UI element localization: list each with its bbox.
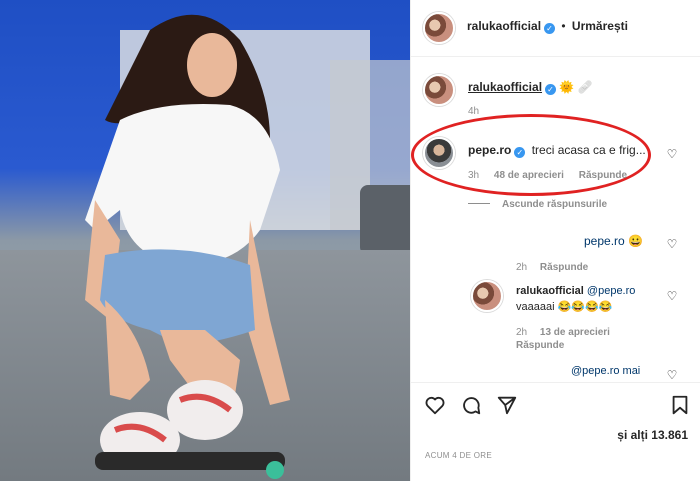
comment-like-heart-icon[interactable]: ♡ xyxy=(666,148,678,160)
verified-badge-icon: ✓ xyxy=(544,23,556,34)
actions-divider xyxy=(411,382,700,383)
reply2-text: vaaaaai 😂😂😂😂 xyxy=(516,301,613,313)
caption-text: 🌞 🩹 xyxy=(559,80,593,94)
post-photo[interactable] xyxy=(0,0,410,481)
reply-meta: 2h Răspunde xyxy=(516,262,588,273)
reply-text: pepe.ro 😀 xyxy=(584,234,643,248)
comment-reply-button[interactable]: Răspunde xyxy=(579,170,627,181)
header-divider xyxy=(411,56,700,57)
post-side-panel: ralukaofficial ✓ • Urmărești ralukaoffici… xyxy=(410,0,700,481)
caption-author[interactable]: ralukaofficial xyxy=(468,80,542,94)
like-button[interactable] xyxy=(423,393,447,417)
share-button[interactable] xyxy=(495,393,519,417)
reply-like-heart-icon[interactable]: ♡ xyxy=(666,238,678,250)
caption-line: ralukaofficial ✓ 🌞 🩹 xyxy=(468,80,593,95)
hide-replies-line xyxy=(468,203,490,204)
hide-replies-label[interactable]: Ascunde răspunsurile xyxy=(502,199,607,210)
caption-avatar[interactable] xyxy=(423,74,455,106)
reply2-mention[interactable]: @pepe.ro xyxy=(587,285,635,297)
reply2-meta: 2h 13 de aprecieri xyxy=(516,327,610,338)
comment-text: treci acasa ca e frig... xyxy=(531,143,646,157)
reply3-like-heart-icon[interactable]: ♡ xyxy=(666,369,678,381)
comment-likes[interactable]: 48 de aprecieri xyxy=(494,170,564,181)
reply2-like-heart-icon[interactable]: ♡ xyxy=(666,290,678,302)
comment-avatar[interactable] xyxy=(423,137,455,169)
post-header: ralukaofficial ✓ • Urmărești xyxy=(467,19,628,34)
comment-meta: 3h 48 de aprecieri Răspunde xyxy=(468,170,627,181)
comment-time: 3h xyxy=(468,170,480,181)
share-icon xyxy=(497,396,517,415)
reply-avatar[interactable] xyxy=(471,280,503,312)
post-timestamp: ACUM 4 DE ORE xyxy=(425,451,493,460)
bookmark-icon xyxy=(672,395,688,415)
reply-reply-button[interactable]: Răspunde xyxy=(540,262,588,273)
heart-icon xyxy=(425,396,445,415)
save-button[interactable] xyxy=(668,393,692,417)
author-username[interactable]: ralukaofficial xyxy=(467,19,541,33)
reply2-author[interactable]: ralukaofficial xyxy=(516,285,584,297)
caption-time: 4h xyxy=(468,106,480,117)
reply2-reply-button[interactable]: Răspunde xyxy=(516,340,564,351)
likes-count[interactable]: și alți 13.861 xyxy=(617,428,688,442)
reply-time: 2h xyxy=(516,262,528,273)
hide-replies-button[interactable]: Ascunde răspunsurile xyxy=(468,199,607,210)
comment-line: pepe.ro ✓ treci acasa ca e frig... xyxy=(468,143,646,158)
author-avatar[interactable] xyxy=(423,12,455,44)
comment-icon xyxy=(463,397,481,415)
reply2-line: ralukaofficial @pepe.ro xyxy=(516,285,635,297)
person-illustration xyxy=(85,14,290,479)
reply2-likes[interactable]: 13 de aprecieri xyxy=(540,327,610,338)
verified-badge-icon: ✓ xyxy=(545,84,557,95)
reply3-text: @pepe.ro mai xyxy=(571,365,641,377)
header-dot: • xyxy=(561,19,566,33)
follow-status-button[interactable]: Urmărești xyxy=(572,19,628,33)
verified-badge-icon: ✓ xyxy=(514,147,526,158)
comment-button[interactable] xyxy=(459,393,483,417)
reply2-time: 2h xyxy=(516,327,528,338)
comment-author[interactable]: pepe.ro xyxy=(468,143,511,157)
